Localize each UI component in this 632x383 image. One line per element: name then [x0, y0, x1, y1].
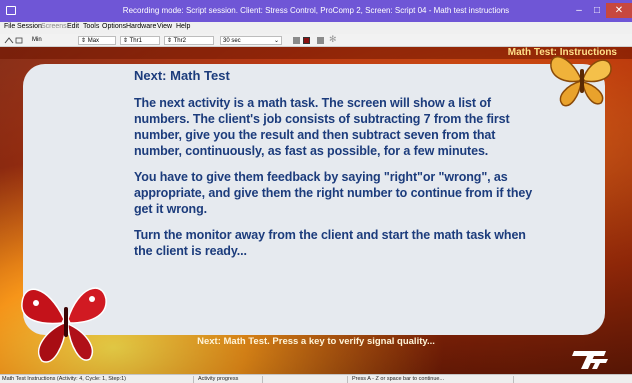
instructions-paragraph-3: Turn the monitor away from the client an…: [134, 228, 526, 258]
max-spinbox-value: Max: [87, 38, 100, 44]
instructions-heading: Next: Math Test: [134, 68, 230, 83]
instructions-text: Next: Math Test The next activity is a m…: [134, 68, 534, 269]
status-separator: [193, 376, 194, 383]
screen-footer-message: Next: Math Test. Press a key to verify s…: [197, 336, 435, 347]
maximize-button[interactable]: □: [590, 3, 604, 18]
thr2-spinbox-value: Thr2: [173, 38, 186, 44]
session-screen: Math Test: Instructions Next: Math Test …: [0, 47, 632, 374]
menu-bar: File Session Screens Edit Tools Options …: [0, 22, 632, 34]
menu-edit[interactable]: Edit: [67, 23, 79, 30]
menu-view[interactable]: View: [157, 23, 172, 30]
screen-header-bar: Math Test: Instructions: [0, 47, 632, 59]
stop-button[interactable]: [293, 37, 300, 44]
menu-screens[interactable]: Screens: [41, 23, 67, 30]
menu-session[interactable]: Session: [17, 23, 42, 30]
pause-button[interactable]: [317, 37, 324, 44]
toolbar: Min ⇕ Max ⇕ Thr1 ⇕ Thr2 30 sec ⌄ ✻: [0, 34, 632, 47]
spin-arrows-icon: ⇕: [81, 38, 88, 44]
status-separator: [513, 376, 514, 383]
menu-help[interactable]: Help: [176, 23, 190, 30]
title-bar: Recording mode: Script session. Client: …: [0, 0, 632, 22]
status-separator: [347, 376, 348, 383]
meter-min-label: Min: [32, 37, 42, 43]
record-button[interactable]: [303, 37, 310, 44]
menu-options[interactable]: Options: [102, 23, 126, 30]
chevron-down-icon: ⌄: [273, 38, 279, 44]
butterfly-red-icon: [21, 287, 107, 363]
spin-arrows-icon: ⇕: [167, 38, 174, 44]
duration-value: 30 sec: [223, 38, 241, 44]
spin-arrows-icon: ⇕: [123, 38, 130, 44]
thr2-spinbox[interactable]: ⇕ Thr2: [164, 36, 214, 45]
window-title: Recording mode: Script session. Client: …: [122, 6, 510, 15]
instructions-paragraph-1: The next activity is a math task. The sc…: [134, 96, 510, 158]
settings-gear-icon[interactable]: ✻: [329, 35, 337, 44]
thought-technology-logo: [570, 347, 610, 371]
thr1-spinbox[interactable]: ⇕ Thr1: [120, 36, 160, 45]
menu-hardware[interactable]: Hardware: [126, 23, 156, 30]
minimize-button[interactable]: –: [572, 3, 586, 18]
status-separator: [262, 376, 263, 383]
status-hint: Press A - Z or space bar to continue...: [352, 376, 445, 382]
duration-dropdown[interactable]: 30 sec ⌄: [220, 36, 282, 45]
status-activity-progress: Activity progress: [198, 376, 239, 382]
instructions-paragraph-2: You have to give them feedback by saying…: [134, 170, 533, 216]
thr1-spinbox-value: Thr1: [129, 38, 142, 44]
max-spinbox[interactable]: ⇕ Max: [78, 36, 116, 45]
status-activity-info: Math Test Instructions (Activity: 4, Cyc…: [2, 376, 126, 382]
butterfly-gold-icon: [550, 56, 612, 107]
close-button[interactable]: ✕: [606, 3, 632, 18]
meter-icon[interactable]: [4, 36, 30, 45]
menu-tools[interactable]: Tools: [83, 23, 99, 30]
status-bar: Math Test Instructions (Activity: 4, Cyc…: [0, 374, 632, 383]
menu-file[interactable]: File: [4, 23, 15, 30]
